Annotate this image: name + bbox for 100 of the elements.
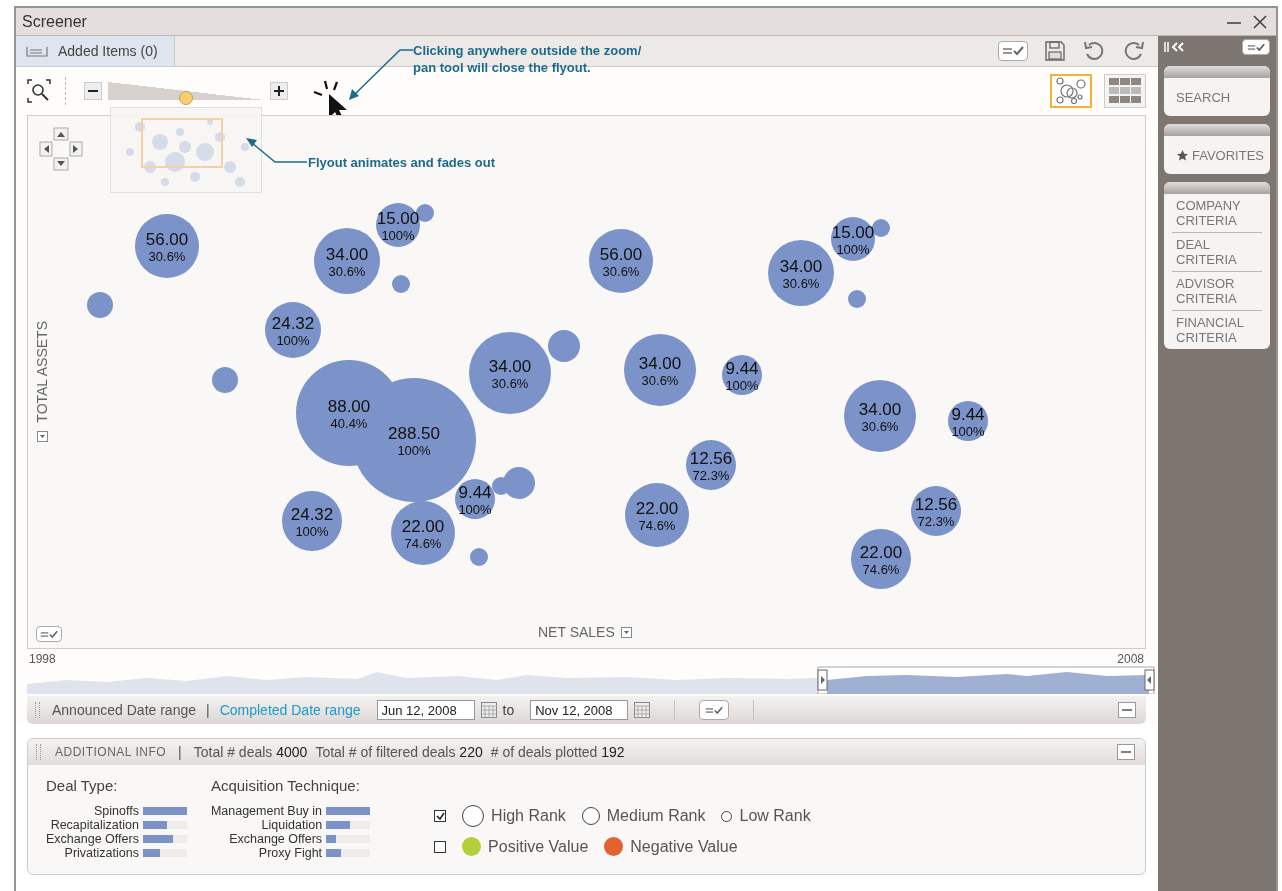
sidebar-item[interactable]: COMPANY CRITERIA	[1164, 194, 1270, 232]
bubble[interactable]	[135, 214, 199, 278]
legend-label: Positive Value	[488, 837, 589, 856]
bubble[interactable]	[391, 501, 455, 565]
pan-control-icon[interactable]	[39, 127, 83, 171]
bubble-view-button[interactable]	[1050, 74, 1092, 108]
list-check-button[interactable]	[36, 626, 62, 642]
category-label: Proxy Fight	[258, 846, 323, 860]
collapse-button[interactable]	[1118, 702, 1136, 718]
bubble[interactable]	[768, 240, 834, 306]
y-axis-label: TOTAL ASSETS	[34, 321, 50, 423]
sidebar-item[interactable]: ADVISOR CRITERIA	[1164, 272, 1270, 310]
legend-label: Low Rank	[739, 807, 811, 825]
close-icon[interactable]	[1252, 13, 1268, 30]
bubble[interactable]	[722, 355, 762, 395]
stat-text: Total # of filtered deals 220	[315, 744, 483, 760]
bubble[interactable]	[469, 332, 551, 414]
bubble[interactable]	[282, 491, 342, 551]
bubble-share: 30.6%	[641, 373, 679, 388]
collapse-button[interactable]	[1117, 744, 1135, 760]
sidebar-item[interactable]: FINANCIAL CRITERIA	[1164, 311, 1270, 349]
list-check-icon	[1002, 46, 1024, 56]
separator-text: |	[178, 744, 182, 760]
bubble[interactable]	[831, 217, 875, 261]
bubble-share: 74.6%	[404, 536, 442, 551]
sidebar-item[interactable]: DEAL CRITERIA	[1164, 233, 1270, 271]
bubble-share: 30.6%	[602, 264, 640, 279]
collapse-left-icon[interactable]	[1164, 41, 1186, 53]
bubble-value: 34.00	[779, 257, 823, 276]
zoom-out-button[interactable]	[84, 82, 102, 100]
bubble-value: 22.00	[401, 517, 445, 536]
bubbles-icon	[1054, 76, 1088, 106]
calendar-icon[interactable]	[480, 702, 497, 718]
bubble[interactable]	[844, 380, 916, 452]
sidebar-item[interactable]: SEARCH	[1164, 78, 1270, 116]
category-label: Recapitalization	[50, 818, 139, 832]
annotation-text: Clicking anywhere outside the zoom/ pan tool will close the flyout.	[413, 42, 642, 76]
date-range-tab[interactable]: Announced Date range	[52, 702, 196, 718]
bubble[interactable]	[376, 203, 420, 247]
zoom-in-button[interactable]	[270, 82, 288, 100]
rank-circle-icon	[721, 810, 733, 822]
grid-view-button[interactable]	[1104, 74, 1146, 108]
bubble[interactable]	[625, 483, 689, 547]
added-items-tab[interactable]: Added Items (0)	[16, 36, 175, 66]
bubble-value: 9.44	[725, 359, 759, 378]
dropdown-icon[interactable]	[620, 626, 632, 638]
legend-checkbox[interactable]	[434, 810, 447, 822]
date-range-tab[interactable]: Completed Date range	[219, 702, 361, 718]
bubble[interactable]	[455, 479, 495, 519]
bubble[interactable]	[314, 228, 380, 294]
legend-label: Medium Rank	[606, 807, 706, 825]
list-check-button[interactable]	[699, 700, 730, 720]
bubble-value: 9.44	[951, 405, 985, 424]
bubble-value: 9.44	[458, 483, 492, 502]
bubble[interactable]	[589, 229, 653, 293]
zoom-tool-icon[interactable]	[27, 79, 51, 103]
bubble-share: 74.6%	[638, 518, 676, 533]
bubble-value: 15.00	[376, 209, 420, 228]
timeline-end-year: 2008	[1117, 652, 1144, 666]
redo-icon[interactable]	[1122, 39, 1146, 63]
bubble[interactable]	[911, 486, 961, 536]
bubble-share: 74.6%	[862, 562, 900, 577]
dropdown-icon[interactable]	[36, 430, 48, 442]
bubble-value: 22.00	[859, 543, 903, 562]
tray-icon	[26, 45, 48, 57]
slider-thumb[interactable]	[179, 91, 193, 105]
stat-text: # of deals plotted 192	[490, 744, 625, 760]
bubble-value: 88.00	[327, 397, 371, 416]
start-date-field[interactable]: Jun 12, 2008	[376, 700, 475, 720]
category-label: Liquidation	[261, 818, 323, 832]
list-check-button[interactable]	[1242, 39, 1270, 55]
legend-checkbox[interactable]	[434, 840, 447, 853]
end-date-field[interactable]: Nov 12, 2008	[530, 700, 629, 720]
undo-icon[interactable]	[1082, 39, 1106, 63]
bubble-share: 100%	[276, 333, 310, 348]
bubble-value: 24.32	[290, 505, 334, 524]
separator-text: |	[206, 702, 210, 718]
group-title: Acquisition Technique:	[210, 777, 361, 794]
plus-icon	[274, 86, 284, 96]
calendar-icon[interactable]	[634, 702, 651, 718]
bubble-share: 40.4%	[330, 416, 368, 431]
bubble[interactable]	[624, 334, 696, 406]
bubble[interactable]	[872, 219, 890, 237]
bubble-share: 72.3%	[692, 468, 730, 483]
bubble-value: 12.56	[689, 449, 733, 468]
bubble-value: 15.00	[831, 223, 875, 242]
bubble[interactable]	[851, 529, 911, 589]
window-title: Screener	[22, 12, 87, 31]
bubble[interactable]	[265, 302, 321, 358]
bubble-share: 100%	[458, 502, 492, 517]
bubble[interactable]	[686, 440, 736, 490]
category-label: Spinoffs	[93, 804, 139, 818]
save-icon[interactable]	[1044, 40, 1066, 62]
list-check-button[interactable]	[998, 41, 1028, 61]
timeline-start-year: 1998	[29, 652, 56, 666]
callout-arrow	[243, 136, 309, 166]
bubble-share: 100%	[836, 242, 870, 257]
bubble[interactable]	[948, 401, 988, 441]
category-label: Management Buy in	[210, 804, 323, 818]
sidebar-item[interactable]: FAVORITES	[1164, 136, 1270, 174]
